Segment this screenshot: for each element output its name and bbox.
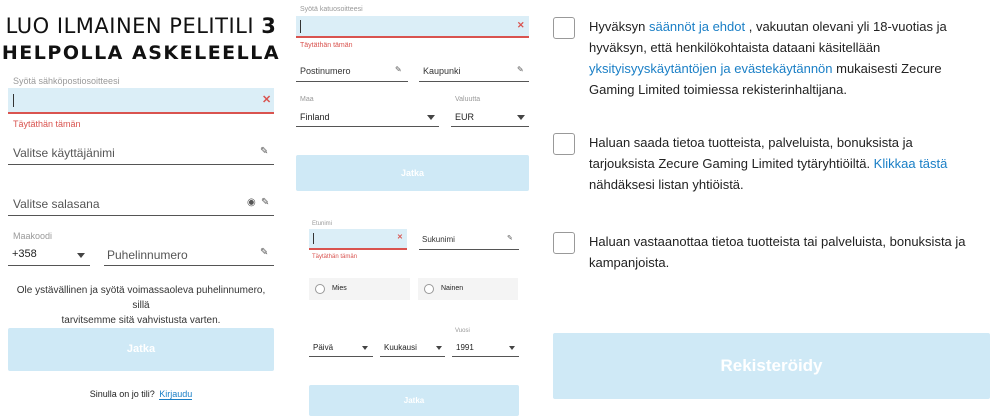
register-button[interactable]: Rekisteröidy (553, 333, 990, 399)
terms-line4: Gaming Limited toimiessa rekisterinhalti… (589, 82, 847, 97)
pencil-icon: ✎ (507, 235, 513, 242)
newsletter-line3: nähdäksesi listan yhtiöistä. (589, 177, 744, 192)
newsletter-text-part: tarjouksista Zecure Gaming Limited tytär… (589, 156, 874, 171)
street-field[interactable]: ✕ (296, 16, 529, 38)
continue-button-3[interactable]: Jatka (309, 385, 519, 416)
postcode-placeholder: Postinumero (300, 66, 351, 76)
clear-icon[interactable]: ✕ (517, 20, 525, 31)
phone-note-line1: Ole ystävällinen ja syötä voimassaoleva … (16, 285, 266, 311)
year-select[interactable]: 1991 (452, 337, 519, 357)
clear-icon[interactable]: ✕ (397, 233, 403, 241)
email-field[interactable]: ✕ (8, 88, 274, 114)
terms-line2: hyväksyn, että henkilökohtaista dataani … (589, 40, 881, 55)
street-error: Täytäthän tämän (300, 42, 353, 49)
phone-note-line2: tarvitsemme sitä vahvistusta varten. (61, 315, 221, 326)
email-label: Syötä sähköpostiosoitteesi (13, 76, 120, 86)
email-error: Täytäthän tämän (13, 119, 81, 129)
login-prompt-row: Sinulla on jo tili? Kirjaudu (0, 389, 282, 400)
postcode-field[interactable]: Postinumero ✎ (296, 61, 408, 82)
radio-button[interactable] (315, 284, 325, 294)
dropdown-arrow-icon (436, 346, 442, 350)
country-value: Finland (300, 112, 330, 122)
currency-value: EUR (455, 112, 475, 122)
dropdown-arrow-icon (509, 346, 515, 350)
currency-select[interactable]: EUR (451, 106, 529, 127)
pencil-icon: ✎ (517, 65, 524, 74)
text-caret (313, 233, 314, 244)
lastname-field[interactable]: Sukunimi ✎ (419, 229, 519, 250)
country-select[interactable]: Finland (296, 106, 439, 127)
terms-checkbox[interactable] (553, 17, 575, 39)
city-field[interactable]: Kaupunki ✎ (419, 61, 529, 82)
year-label: Vuosi (455, 328, 470, 334)
country-code-value: +358 (12, 248, 37, 260)
phone-note: Ole ystävällinen ja syötä voimassaoleva … (8, 283, 274, 328)
offers-line2: kampanjoista. (589, 255, 670, 270)
firstname-label: Etunimi (312, 221, 333, 227)
terms-text: Hyväksyn säännöt ja ehdot , vakuutan ole… (589, 16, 947, 100)
firstname-field[interactable]: ✕ (309, 229, 407, 250)
pencil-icon: ✎ (260, 146, 269, 157)
pencil-icon: ✎ (260, 247, 269, 258)
title-number: 3 (261, 14, 277, 38)
newsletter-line2: tarjouksista Zecure Gaming Limited tytär… (589, 153, 947, 174)
radio-button[interactable] (424, 284, 434, 294)
page-title-line1: LUO ILMAINEN PELITILI 3 (0, 14, 282, 38)
phone-placeholder: Puhelinnumero (107, 248, 188, 262)
gender-female-option[interactable]: Nainen (418, 278, 518, 300)
currency-label: Valuutta (455, 96, 481, 103)
clear-icon[interactable]: ✕ (262, 93, 271, 106)
text-caret (13, 94, 14, 107)
gender-female-label: Nainen (441, 285, 464, 292)
page-title-line2: HELPOLLA ASKELEELLA (1, 42, 281, 64)
phone-field[interactable]: Puhelinnumero ✎ (104, 242, 274, 266)
day-placeholder: Päivä (313, 343, 334, 352)
newsletter-checkbox[interactable] (553, 133, 575, 155)
gender-male-option[interactable]: Mies (309, 278, 410, 300)
year-value: 1991 (456, 343, 474, 352)
offers-text: Haluan vastaanottaa tietoa tuotteista ta… (589, 231, 966, 273)
gender-male-label: Mies (332, 285, 347, 292)
dropdown-arrow-icon (427, 115, 435, 120)
title-text: LUO ILMAINEN PELITILI (5, 14, 255, 38)
firstname-error: Täytäthän tämän (312, 254, 358, 260)
login-link[interactable]: Kirjaudu (159, 389, 193, 400)
continue-button-2[interactable]: Jatka (296, 155, 529, 191)
street-label: Syötä katuosoitteesi (300, 6, 363, 13)
terms-link[interactable]: säännöt ja ehdot (649, 19, 745, 34)
password-placeholder: Valitse salasana (13, 197, 100, 211)
month-select[interactable]: Kuukausi (380, 337, 445, 357)
companies-link[interactable]: Klikkaa tästä (874, 156, 948, 171)
country-code-label: Maakoodi (13, 231, 53, 241)
city-placeholder: Kaupunki (423, 66, 461, 76)
lastname-placeholder: Sukunimi (422, 235, 455, 244)
offers-checkbox[interactable] (553, 232, 575, 254)
dropdown-arrow-icon (77, 253, 85, 258)
country-label: Maa (300, 96, 314, 103)
dropdown-arrow-icon (362, 346, 368, 350)
eye-icon[interactable]: ◉ (247, 197, 256, 208)
username-placeholder: Valitse käyttäjänimi (13, 146, 115, 160)
text-caret (300, 20, 301, 33)
privacy-link[interactable]: yksityisyyskäytäntöjen ja evästekäytännö… (589, 61, 833, 76)
newsletter-text: Haluan saada tietoa tuotteista, palvelui… (589, 132, 947, 195)
pencil-icon: ✎ (395, 65, 402, 74)
day-select[interactable]: Päivä (309, 337, 373, 357)
terms-line1: Hyväksyn säännöt ja ehdot , vakuutan ole… (589, 16, 947, 37)
password-field[interactable]: Valitse salasana ◉ ✎ (8, 191, 274, 216)
month-placeholder: Kuukausi (384, 343, 417, 352)
pencil-icon: ✎ (261, 197, 270, 208)
dropdown-arrow-icon (517, 115, 525, 120)
country-code-select[interactable]: +358 (8, 242, 90, 266)
terms-line3: yksityisyyskäytäntöjen ja evästekäytännö… (589, 58, 947, 79)
newsletter-line1: Haluan saada tietoa tuotteista, palvelui… (589, 135, 913, 150)
terms-text-part: mukaisesti Zecure (832, 61, 942, 76)
username-field[interactable]: Valitse käyttäjänimi ✎ (8, 140, 274, 165)
login-prompt: Sinulla on jo tili? (89, 389, 155, 399)
continue-button[interactable]: Jatka (8, 328, 274, 371)
terms-text-part: Hyväksyn (589, 19, 649, 34)
terms-text-part: , vakuutan olevani yli 18-vuotias ja (745, 19, 947, 34)
offers-line1: Haluan vastaanottaa tietoa tuotteista ta… (589, 234, 966, 249)
